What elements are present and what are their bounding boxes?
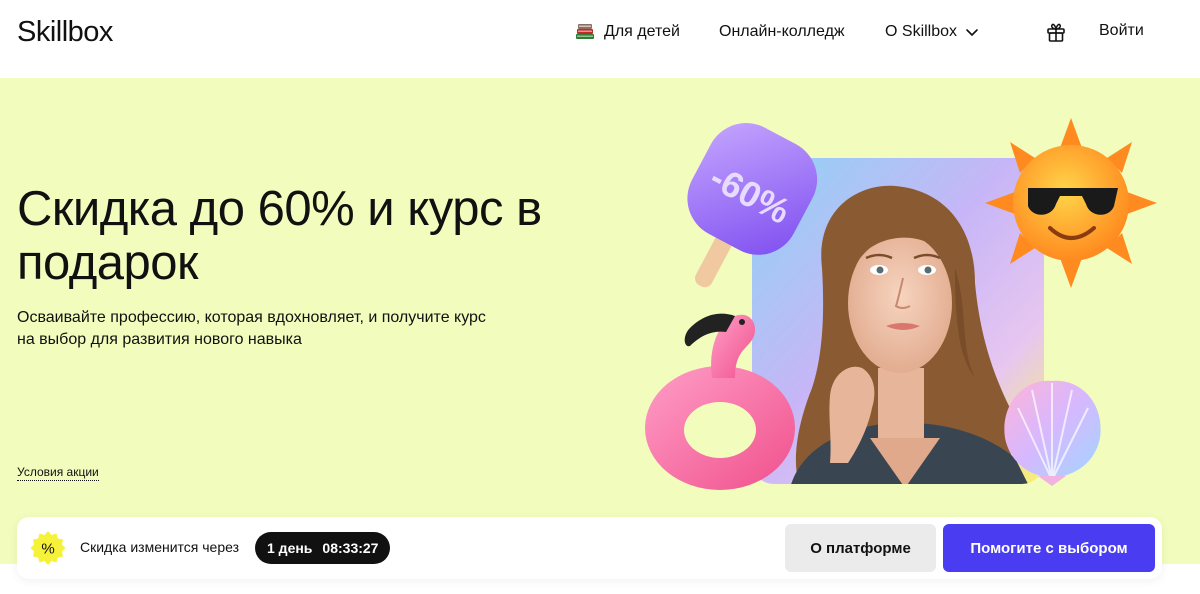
svg-text:%: % (41, 541, 54, 558)
hero-title: Скидка до 60% и курс в подарок (17, 182, 542, 290)
gift-icon[interactable] (1045, 21, 1067, 43)
help-choose-button[interactable]: Помогите с выбором (943, 524, 1155, 572)
nav-item-college[interactable]: Онлайн-колледж (719, 22, 845, 42)
about-platform-button[interactable]: О платформе (785, 524, 936, 572)
timer-time: 08:33:27 (322, 540, 379, 556)
countdown-timer: 1 день 08:33:27 (255, 532, 391, 564)
login-link[interactable]: Войти (1099, 22, 1144, 40)
promo-terms-link[interactable]: Условия акции (17, 465, 99, 481)
nav-kids-label: Для детей (604, 23, 680, 40)
promo-bar: % Скидка изменится через 1 день 08:33:27… (17, 517, 1162, 579)
hero-subtitle: Осваивайте профессию, которая вдохновляе… (17, 309, 486, 348)
header: Skillbox Для детей Онлайн-колледж О Skil… (0, 0, 1200, 78)
chevron-down-icon (965, 25, 979, 39)
popsicle-discount-text: -60% (703, 156, 796, 232)
timer-days: 1 день (267, 540, 313, 556)
logo[interactable]: Skillbox (17, 16, 113, 49)
nav-item-about[interactable]: О Skillbox (885, 22, 979, 42)
nav-item-kids[interactable]: Для детей (574, 22, 680, 42)
percent-icon: % (30, 530, 66, 566)
books-icon (574, 22, 596, 42)
nav-about-label: О Skillbox (885, 23, 958, 40)
hero-banner: Скидка до 60% и курс в подарок Осваивайт… (0, 78, 1200, 564)
discount-countdown-label: Скидка изменится через (80, 539, 240, 555)
nav-college-label: Онлайн-колледж (719, 23, 845, 40)
